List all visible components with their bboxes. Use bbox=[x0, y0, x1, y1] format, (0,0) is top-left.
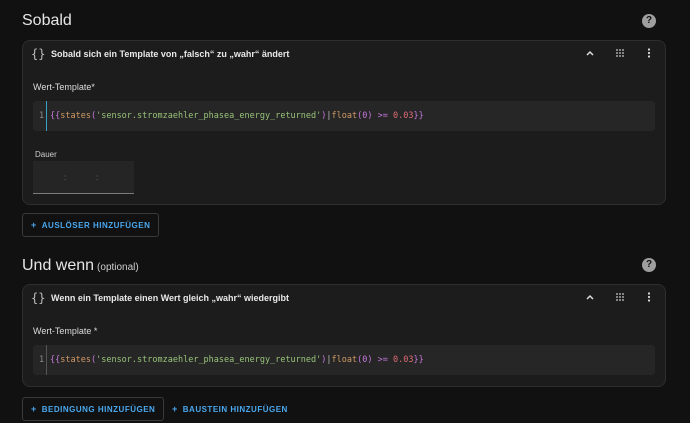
code-farg: (0) bbox=[357, 111, 373, 121]
add-block-label: BAUSTEIN HINZUFÜGEN bbox=[182, 405, 288, 414]
code-filter: float bbox=[331, 355, 358, 365]
code-op: >= bbox=[377, 111, 388, 121]
code-open: {{ bbox=[50, 111, 61, 121]
code-fn: states bbox=[60, 355, 91, 365]
code-farg: (0) bbox=[357, 355, 373, 365]
trigger-card: {} Sobald sich ein Template von „falsch“… bbox=[22, 40, 666, 205]
section-title-text: Und wenn bbox=[22, 257, 95, 274]
code-filter: float bbox=[331, 111, 358, 121]
card-title: Wenn ein Template einen Wert gleich „wah… bbox=[51, 293, 290, 303]
code-op: >= bbox=[377, 355, 388, 365]
card-header[interactable]: {} Sobald sich ein Template von „falsch“… bbox=[23, 41, 665, 67]
add-condition-label: BEDINGUNG HINZUFÜGEN bbox=[41, 405, 156, 414]
add-trigger-button[interactable]: + AUSLÖSER HINZUFÜGEN bbox=[22, 213, 160, 237]
value-template-label: Wert-Template * bbox=[33, 326, 98, 336]
code-line: {{states('sensor.stromzaehler_phasea_ene… bbox=[50, 355, 424, 365]
code-str: 'sensor.stromzaehler_phasea_energy_retur… bbox=[96, 355, 322, 365]
plus-icon: + bbox=[172, 404, 178, 414]
duration-sep: : bbox=[64, 173, 67, 182]
code-num: 0.03 bbox=[392, 355, 414, 365]
code-str: 'sensor.stromzaehler_phasea_energy_retur… bbox=[96, 111, 322, 121]
condition-card: {} Wenn ein Template einen Wert gleich „… bbox=[22, 284, 666, 387]
add-trigger-label: AUSLÖSER HINZUFÜGEN bbox=[41, 221, 151, 230]
value-template-label: Wert-Template* bbox=[33, 82, 95, 92]
duration-sep: : bbox=[96, 173, 99, 182]
braces-icon: {} bbox=[31, 291, 46, 305]
cursor-line bbox=[46, 345, 47, 375]
add-block-button[interactable]: + BAUSTEIN HINZUFÜGEN bbox=[164, 398, 296, 420]
braces-icon: {} bbox=[31, 47, 46, 61]
more-vert-icon[interactable] bbox=[644, 292, 654, 305]
plus-icon: + bbox=[31, 220, 37, 230]
optional-label: (optional) bbox=[97, 262, 139, 273]
add-condition-button[interactable]: + BEDINGUNG HINZUFÜGEN bbox=[22, 397, 165, 421]
chevron-up-icon[interactable] bbox=[585, 48, 595, 61]
code-close: }} bbox=[413, 111, 424, 121]
drag-handle-icon[interactable] bbox=[615, 292, 625, 305]
code-editor[interactable]: 1 {{states('sensor.stromzaehler_phasea_e… bbox=[33, 101, 655, 131]
code-editor[interactable]: 1 {{states('sensor.stromzaehler_phasea_e… bbox=[33, 345, 655, 375]
plus-icon: + bbox=[31, 404, 37, 414]
chevron-up-icon[interactable] bbox=[585, 292, 595, 305]
line-number: 1 bbox=[39, 111, 45, 121]
code-open: {{ bbox=[50, 355, 61, 365]
more-vert-icon[interactable] bbox=[644, 48, 654, 61]
section-title-und-wenn: Und wenn (optional) bbox=[22, 257, 139, 275]
duration-label: Dauer bbox=[35, 150, 57, 159]
help-icon[interactable]: ? bbox=[642, 14, 656, 28]
section-title-sobald: Sobald bbox=[22, 12, 72, 30]
line-number: 1 bbox=[39, 355, 45, 365]
cursor-line bbox=[46, 101, 47, 131]
help-icon[interactable]: ? bbox=[642, 258, 656, 272]
card-title: Sobald sich ein Template von „falsch“ zu… bbox=[51, 49, 290, 59]
code-num: 0.03 bbox=[392, 111, 414, 121]
section-title-text: Sobald bbox=[22, 12, 72, 29]
duration-field[interactable]: : : bbox=[33, 161, 134, 194]
code-close: }} bbox=[413, 355, 424, 365]
card-header[interactable]: {} Wenn ein Template einen Wert gleich „… bbox=[23, 285, 665, 311]
code-line: {{states('sensor.stromzaehler_phasea_ene… bbox=[50, 111, 424, 121]
drag-handle-icon[interactable] bbox=[615, 48, 625, 61]
code-fn: states bbox=[60, 111, 91, 121]
